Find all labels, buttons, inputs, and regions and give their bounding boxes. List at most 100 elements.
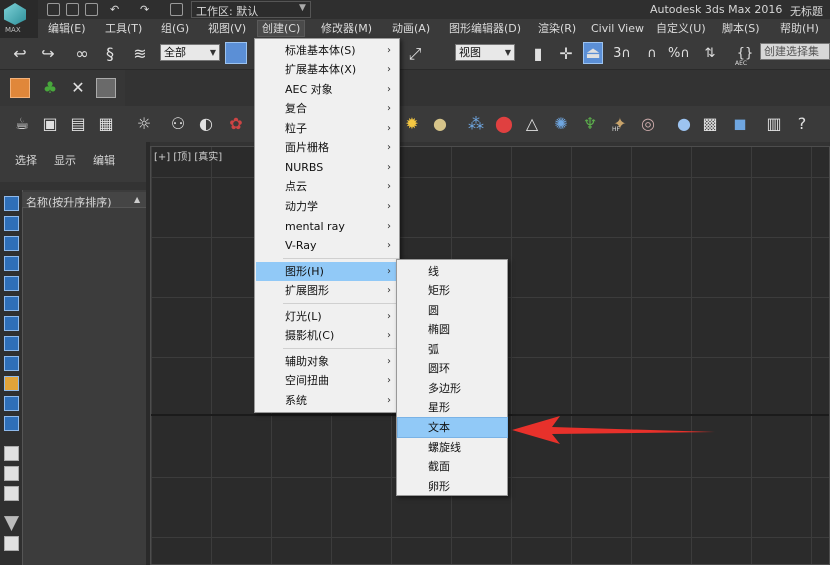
shape-item-arc[interactable]: 弧 [398, 340, 507, 359]
tools-icon[interactable]: ✕ [68, 78, 88, 98]
filter-helpers-icon[interactable] [4, 276, 19, 291]
hair-icon[interactable]: ♆ [580, 114, 600, 134]
redo-icon[interactable]: ↪ [38, 44, 58, 64]
sphere-icon[interactable]: ● [430, 114, 450, 134]
select-none-icon[interactable] [4, 466, 19, 481]
save-file-icon[interactable] [85, 3, 98, 16]
menu-item-vray[interactable]: V-Ray › [256, 236, 399, 255]
spinner-snap-icon[interactable]: ⇅ [700, 44, 720, 64]
filter-cameras-icon[interactable] [4, 256, 19, 271]
find-icon[interactable] [4, 536, 19, 551]
schematic-view-icon[interactable]: ◐ [196, 114, 216, 134]
tab-display[interactable]: 显示 [54, 152, 76, 168]
menu-graph-editors[interactable]: 图形编辑器(D) [449, 21, 521, 36]
shell-icon[interactable]: ◎ [638, 114, 658, 134]
menu-scripting[interactable]: 脚本(S) [722, 21, 760, 36]
shape-item-ngon[interactable]: 多边形 [398, 379, 507, 398]
teapot-icon[interactable]: ☕ [12, 114, 32, 134]
menu-item-patch-grids[interactable]: 面片栅格 › [256, 138, 399, 157]
shape-item-line[interactable]: 线 [398, 262, 507, 281]
open-file-icon[interactable] [66, 3, 79, 16]
curve-editor-icon[interactable]: ⚇ [168, 114, 188, 134]
shape-item-donut[interactable]: 圆环 [398, 359, 507, 378]
menu-item-mental-ray[interactable]: mental ray › [256, 217, 399, 236]
sort-arrow-icon[interactable]: ▲ [134, 195, 140, 204]
cloth-icon[interactable]: △ [522, 114, 542, 134]
menu-help[interactable]: 帮助(H) [780, 21, 819, 36]
keyboard-shortcut-override-icon[interactable]: ⏏ [583, 42, 603, 64]
shape-item-ellipse[interactable]: 椭圆 [398, 320, 507, 339]
shape-item-circle[interactable]: 圆 [398, 301, 507, 320]
filter-groups-icon[interactable] [4, 316, 19, 331]
filter-spacewarps-icon[interactable] [4, 296, 19, 311]
sun-icon[interactable]: ✹ [402, 114, 422, 134]
render-frame-icon[interactable]: ▩ [700, 114, 720, 134]
scene-explorer-list[interactable] [22, 190, 146, 565]
menu-create[interactable]: 创建(C) [256, 20, 306, 37]
filter-funnel-icon[interactable] [4, 516, 19, 531]
menu-item-point-cloud[interactable]: 点云 › [256, 177, 399, 196]
menu-item-standard-primitives[interactable]: 标准基本体(S) › [256, 41, 399, 60]
menu-item-nurbs[interactable]: NURBS › [256, 158, 399, 177]
help-icon[interactable]: ? [792, 114, 812, 134]
ribbon-icon[interactable]: ▦ [96, 114, 116, 134]
select-all-icon[interactable] [4, 446, 19, 461]
angle-snap-icon[interactable]: ∩ [642, 44, 662, 64]
viewport-label[interactable]: [+] [顶] [真实] [154, 148, 222, 163]
menu-item-cameras[interactable]: 摄影机(C) › [256, 326, 399, 345]
shape-item-rectangle[interactable]: 矩形 [398, 281, 507, 300]
app-logo[interactable]: MAX [0, 0, 38, 38]
undo-icon[interactable]: ↶ [110, 3, 123, 16]
layer-icon[interactable]: ▤ [68, 114, 88, 134]
menu-item-lights[interactable]: 灯光(L) › [256, 307, 399, 326]
named-selection-input[interactable]: 创建选择集 [760, 43, 830, 60]
filter-geometry-icon[interactable] [4, 196, 19, 211]
environment-icon[interactable]: ● [674, 114, 694, 134]
material-editor-icon[interactable]: ✿ [226, 114, 246, 134]
menu-views[interactable]: 视图(V) [208, 21, 246, 36]
menu-edit[interactable]: 编辑(E) [48, 21, 86, 36]
bind-space-warp-icon[interactable]: ≋ [130, 44, 150, 64]
shape-item-section[interactable]: 截面 [398, 457, 507, 476]
shape-item-helix[interactable]: 螺旋线 [398, 438, 507, 457]
percent-snap-icon[interactable]: %∩ [668, 44, 690, 64]
menu-item-aec-objects[interactable]: AEC 对象 › [256, 80, 399, 99]
menu-item-extended-shapes[interactable]: 扩展图形 › [256, 281, 399, 300]
new-file-icon[interactable] [47, 3, 60, 16]
link-icon[interactable]: ∞ [72, 44, 92, 64]
tab-select[interactable]: 选择 [15, 152, 37, 168]
menu-group[interactable]: 组(G) [161, 21, 189, 36]
menu-item-particles[interactable]: 粒子 › [256, 119, 399, 138]
unlink-icon[interactable]: § [100, 44, 120, 64]
freeform-icon[interactable] [10, 78, 30, 98]
menu-modifiers[interactable]: 修改器(M) [321, 21, 372, 36]
menu-item-space-warps[interactable]: 空间扭曲 › [256, 371, 399, 390]
selection-filter-dropdown[interactable]: 全部 ▼ [160, 44, 220, 61]
select-invert-icon[interactable] [4, 486, 19, 501]
menu-item-extended-primitives[interactable]: 扩展基本体(X) › [256, 60, 399, 79]
menu-tools[interactable]: 工具(T) [105, 21, 142, 36]
fluid-icon[interactable]: ✺ [551, 114, 571, 134]
redo-icon[interactable]: ↷ [140, 3, 153, 16]
particle-icon[interactable]: ⁂ [466, 114, 486, 134]
render-setup-icon[interactable]: ▣ [40, 114, 60, 134]
scale-icon[interactable]: ⤢ [405, 44, 425, 64]
undo-icon[interactable]: ↩ [10, 44, 30, 64]
layer-explorer-icon[interactable] [96, 78, 116, 98]
pivot-center-icon[interactable]: ▮ [528, 44, 548, 64]
filter-hidden-icon[interactable] [4, 416, 19, 431]
populate-icon[interactable]: ♣ [40, 78, 60, 98]
dynamics-icon[interactable]: ⬤ [494, 114, 514, 134]
shape-item-star[interactable]: 星形 [398, 398, 507, 417]
select-manipulate-icon[interactable]: ✛ [556, 44, 576, 64]
menu-civil-view[interactable]: Civil View [591, 21, 644, 36]
shape-item-egg[interactable]: 卵形 [398, 477, 507, 496]
filter-bones-icon[interactable] [4, 356, 19, 371]
select-object-button[interactable] [225, 42, 247, 64]
menu-item-dynamics[interactable]: 动力学 › [256, 197, 399, 216]
light-lister-icon[interactable]: ☼ [134, 114, 154, 134]
menu-item-helpers[interactable]: 辅助对象 › [256, 352, 399, 371]
shape-item-text[interactable]: 文本 [397, 417, 508, 438]
menu-customize[interactable]: 自定义(U) [656, 21, 706, 36]
filter-shapes-icon[interactable] [4, 216, 19, 231]
